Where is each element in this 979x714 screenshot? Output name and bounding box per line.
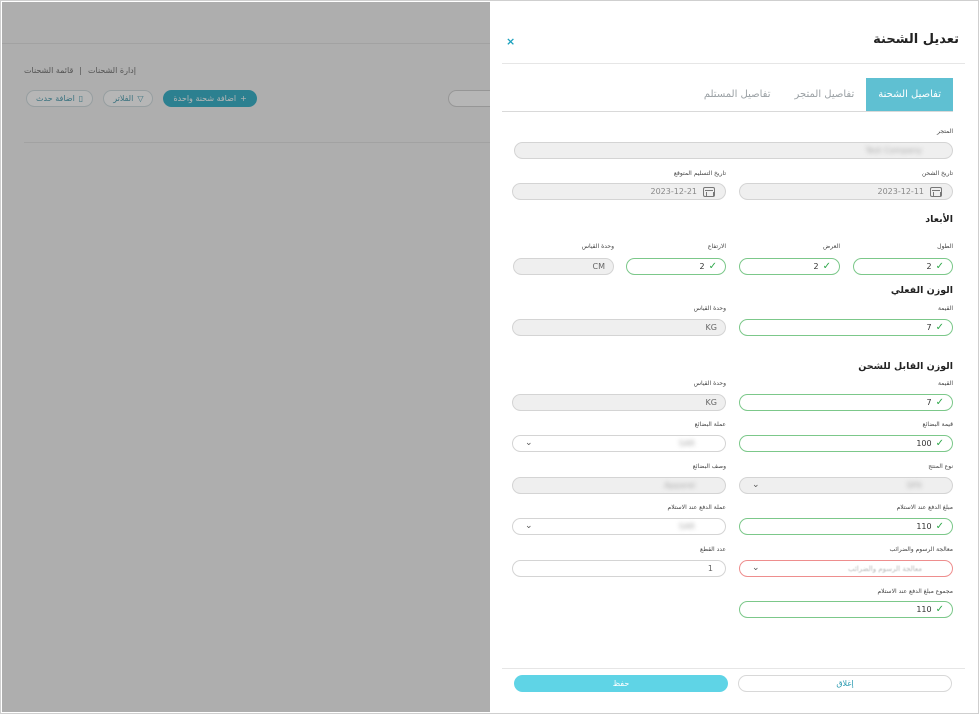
chevron-down-icon[interactable]: ⌄ xyxy=(525,521,533,531)
dimensions-unit-value: CM xyxy=(592,262,606,271)
length-label: الطول xyxy=(937,243,953,250)
dimensions-unit-field[interactable]: CM xyxy=(513,258,614,275)
duties-handling-select[interactable]: معالجة الرسوم والضرائب ⌄ xyxy=(739,560,953,577)
ship-date-value: 2023-12-11 xyxy=(877,187,925,196)
delivery-date-field[interactable]: 2023-12-21 xyxy=(512,183,726,200)
check-icon: ✓ xyxy=(935,521,944,532)
goods-value-field[interactable]: ✓ 100 xyxy=(739,435,953,452)
chargeable-weight-unit-value: KG xyxy=(705,398,717,407)
calendar-icon[interactable] xyxy=(703,186,715,197)
check-icon: ✓ xyxy=(708,261,717,272)
actual-weight-value-field[interactable]: ✓ 7 xyxy=(739,319,953,336)
cod-currency-select[interactable]: SAR ⌄ xyxy=(512,518,726,535)
edit-shipment-drawer: تعديل الشحنة × تفاصيل الشحنة تفاصيل المت… xyxy=(490,2,977,712)
dimensions-unit-label: وحدة القياس xyxy=(581,243,614,250)
chargeable-weight-value: 7 xyxy=(926,398,932,407)
goods-currency-select[interactable]: SAR ⌄ xyxy=(512,435,726,452)
cod-currency-value: SAR xyxy=(678,522,695,531)
tabs-divider xyxy=(502,111,953,112)
delivery-date-value: 2023-12-21 xyxy=(650,187,698,196)
cod-amount-value: 110 xyxy=(916,522,932,531)
goods-value: 100 xyxy=(916,439,932,448)
pieces-field[interactable]: 1 xyxy=(512,560,726,577)
length-field[interactable]: ✓ 2 xyxy=(853,258,953,275)
pieces-label: عدد القطع xyxy=(700,546,726,553)
tab-store-details[interactable]: تفاصيل المتجر xyxy=(783,78,867,111)
actual-weight-unit-value: KG xyxy=(705,323,717,332)
width-field[interactable]: ✓ 2 xyxy=(739,258,840,275)
height-label: الارتفاع xyxy=(707,243,726,250)
chevron-down-icon[interactable]: ⌄ xyxy=(752,563,760,573)
chargeable-weight-unit-label: وحدة القياس xyxy=(693,380,726,387)
ship-date-label: تاريخ الشحن xyxy=(921,170,953,177)
cod-amount-field[interactable]: ✓ 110 xyxy=(739,518,953,535)
goods-value-label: قيمة البضائع xyxy=(922,421,953,428)
close-button[interactable]: إغلاق xyxy=(738,675,952,692)
chargeable-weight-unit-field[interactable]: KG xyxy=(512,394,726,411)
product-type-value: SPX xyxy=(906,481,922,490)
goods-currency-value: SAR xyxy=(678,439,695,448)
chargeable-weight-title: الوزن القابل للشحن xyxy=(858,361,953,372)
actual-weight-unit-label: وحدة القياس xyxy=(693,305,726,312)
chargeable-weight-value-label: القيمة xyxy=(937,380,953,387)
cod-currency-label: عملة الدفع عند الاستلام xyxy=(667,504,726,511)
delivery-date-label: تاريخ التسليم المتوقع xyxy=(673,170,726,177)
close-icon[interactable]: × xyxy=(506,35,515,48)
drawer-header: تعديل الشحنة × xyxy=(490,2,977,64)
check-icon: ✓ xyxy=(935,261,944,272)
cod-total-label: مجموع مبلغ الدفع عند الاستلام xyxy=(877,588,953,595)
product-type-select[interactable]: SPX ⌄ xyxy=(739,477,953,494)
actual-weight-value: 7 xyxy=(926,323,932,332)
dimensions-title: الأبعاد xyxy=(925,214,953,225)
save-button[interactable]: حفظ xyxy=(514,675,728,692)
width-label: العرض xyxy=(823,243,840,250)
cod-total-field[interactable]: ✓ 110 xyxy=(739,601,953,618)
actual-weight-title: الوزن الفعلي xyxy=(890,285,953,296)
product-type-label: نوع المنتج xyxy=(928,463,953,470)
modal-overlay[interactable] xyxy=(2,2,490,712)
ship-date-field[interactable]: 2023-12-11 xyxy=(739,183,953,200)
height-value: 2 xyxy=(699,262,705,271)
footer-divider xyxy=(502,668,965,669)
store-label: المتجر xyxy=(937,128,953,135)
actual-weight-value-label: القيمة xyxy=(937,305,953,312)
goods-description-value: Apparel xyxy=(664,481,695,490)
actual-weight-unit-field[interactable]: KG xyxy=(512,319,726,336)
pieces-value: 1 xyxy=(707,564,713,573)
tab-receiver-details[interactable]: تفاصيل المستلم xyxy=(692,78,783,111)
header-divider xyxy=(502,63,965,64)
store-value: Test Company xyxy=(865,146,922,155)
check-icon: ✓ xyxy=(935,604,944,615)
duties-handling-placeholder: معالجة الرسوم والضرائب xyxy=(847,564,922,573)
store-field[interactable]: Test Company xyxy=(514,142,953,159)
chevron-down-icon[interactable]: ⌄ xyxy=(525,438,533,448)
goods-description-label: وصف البضائع xyxy=(692,463,726,470)
background-page: قائمة الشحنات | إدارة الشحنات اضافة حدث … xyxy=(2,2,490,712)
duties-handling-label: معالجة الرسوم والضرائب xyxy=(889,546,953,553)
goods-description-field[interactable]: Apparel xyxy=(512,477,726,494)
length-value: 2 xyxy=(926,262,932,271)
tabs: تفاصيل الشحنة تفاصيل المتجر تفاصيل المست… xyxy=(692,78,953,111)
chevron-down-icon[interactable]: ⌄ xyxy=(752,480,760,490)
calendar-icon[interactable] xyxy=(930,186,942,197)
check-icon: ✓ xyxy=(822,261,831,272)
check-icon: ✓ xyxy=(935,397,944,408)
check-icon: ✓ xyxy=(935,438,944,449)
drawer-title: تعديل الشحنة xyxy=(873,32,959,47)
cod-total-value: 110 xyxy=(916,605,932,614)
height-field[interactable]: ✓ 2 xyxy=(626,258,726,275)
check-icon: ✓ xyxy=(935,322,944,333)
cod-amount-label: مبلغ الدفع عند الاستلام xyxy=(896,504,953,511)
width-value: 2 xyxy=(813,262,819,271)
chargeable-weight-value-field[interactable]: ✓ 7 xyxy=(739,394,953,411)
tab-shipment-details[interactable]: تفاصيل الشحنة xyxy=(866,78,953,111)
goods-currency-label: عملة البضائع xyxy=(694,421,726,428)
